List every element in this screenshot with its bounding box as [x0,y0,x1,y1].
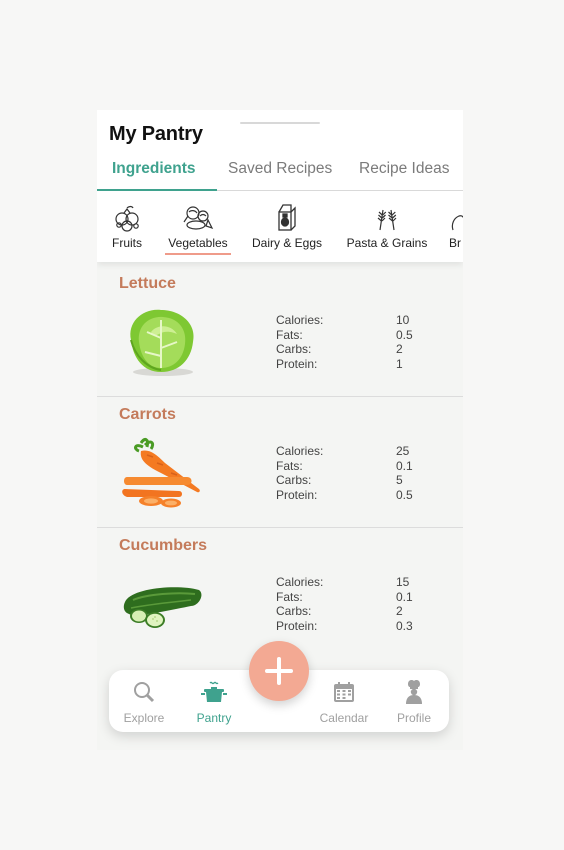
fats-label: Fats: [276,458,303,473]
nutrition-labels: Calories: Fats: Carbs: Protein: [276,575,323,633]
nutrition-values: 15 0.1 2 0.3 [396,575,413,633]
carbs-value: 2 [396,342,403,357]
ingredient-name: Cucumbers [119,537,208,554]
category-label: Br [449,236,461,250]
milk-carton-icon [249,202,325,232]
calories-label: Calories: [276,444,324,458]
add-ingredient-button[interactable] [249,641,309,701]
nav-pantry[interactable]: Pantry [179,678,249,725]
tab-bar: Ingredients Saved Recipes Recipe Ideas [97,158,463,192]
nutrition-values: 10 0.5 2 1 [396,313,413,371]
calories-label: Calories: [276,575,324,589]
ingredient-list: Lettuce Calories: Fats: Carbs: Protein: … [97,266,463,658]
protein-label: Protein: [276,618,318,633]
cooking-pot-icon [179,678,249,704]
nav-calendar[interactable]: Calendar [309,678,379,725]
fats-value: 0.1 [396,458,413,473]
nutrition-labels: Calories: Fats: Carbs: Protein: [276,444,323,502]
nutrition-values: 25 0.1 5 0.5 [396,444,413,502]
calories-value: 15 [396,575,410,589]
tab-ingredients[interactable]: Ingredients [112,160,196,178]
search-icon [109,678,179,704]
cucumbers-image [121,564,203,640]
carrots-image [121,433,203,509]
carbs-label: Carbs: [276,473,312,488]
protein-value: 0.3 [396,618,413,633]
chef-icon [379,678,449,704]
carbs-value: 2 [396,604,403,619]
protein-value: 0.5 [396,487,413,502]
nav-explore[interactable]: Explore [109,678,179,725]
protein-label: Protein: [276,487,318,502]
lettuce-image [121,302,203,378]
category-fruits[interactable]: Fruits [109,202,145,250]
wheat-icon [343,202,431,232]
nav-profile[interactable]: Profile [379,678,449,725]
category-vegetables[interactable]: Vegetables [165,202,231,255]
header: My Pantry Ingredients Saved Recipes Reci… [97,110,463,262]
fats-label: Fats: [276,589,303,604]
nutrition-labels: Calories: Fats: Carbs: Protein: [276,313,323,371]
carbs-value: 5 [396,473,403,488]
vegetables-icon [165,202,231,232]
protein-label: Protein: [276,356,318,371]
tab-divider [217,190,463,191]
fats-value: 0.5 [396,327,413,342]
category-label: Pasta & Grains [346,236,428,250]
protein-value: 1 [396,356,403,371]
nav-label: Profile [396,711,431,725]
calories-value: 25 [396,444,410,458]
category-label: Vegetables [165,236,231,255]
fats-value: 0.1 [396,589,413,604]
list-item[interactable]: Carrots Calories: Fats: Carbs: Protein: … [97,397,463,528]
calendar-icon [309,678,379,704]
carbs-label: Carbs: [276,342,312,357]
nav-label: Calendar [319,711,369,725]
carbs-label: Carbs: [276,604,312,619]
bread-icon [449,202,463,232]
tab-recipe-ideas[interactable]: Recipe Ideas [359,160,449,178]
ingredient-name: Carrots [119,406,176,423]
calories-label: Calories: [276,313,324,327]
fats-label: Fats: [276,327,303,342]
calories-value: 10 [396,313,410,327]
ingredient-name: Lettuce [119,275,176,292]
list-item[interactable]: Cucumbers Calories: Fats: Carbs: Protein… [97,528,463,658]
tab-saved-recipes[interactable]: Saved Recipes [228,160,332,178]
top-notch [240,122,320,124]
active-tab-indicator [97,189,217,191]
page-title: My Pantry [109,123,203,145]
fruits-icon [109,202,145,232]
nav-label: Explore [123,711,165,725]
nav-label: Pantry [196,711,232,725]
category-pasta-grains[interactable]: Pasta & Grains [343,202,431,250]
list-item[interactable]: Lettuce Calories: Fats: Carbs: Protein: … [97,266,463,397]
category-label: Fruits [112,236,142,250]
category-dairy-eggs[interactable]: Dairy & Eggs [249,202,325,250]
category-bread[interactable]: Br [449,202,463,250]
category-label: Dairy & Eggs [251,236,323,250]
category-bar: Fruits Vegetables Dairy & Eggs Pasta & G… [97,196,463,260]
